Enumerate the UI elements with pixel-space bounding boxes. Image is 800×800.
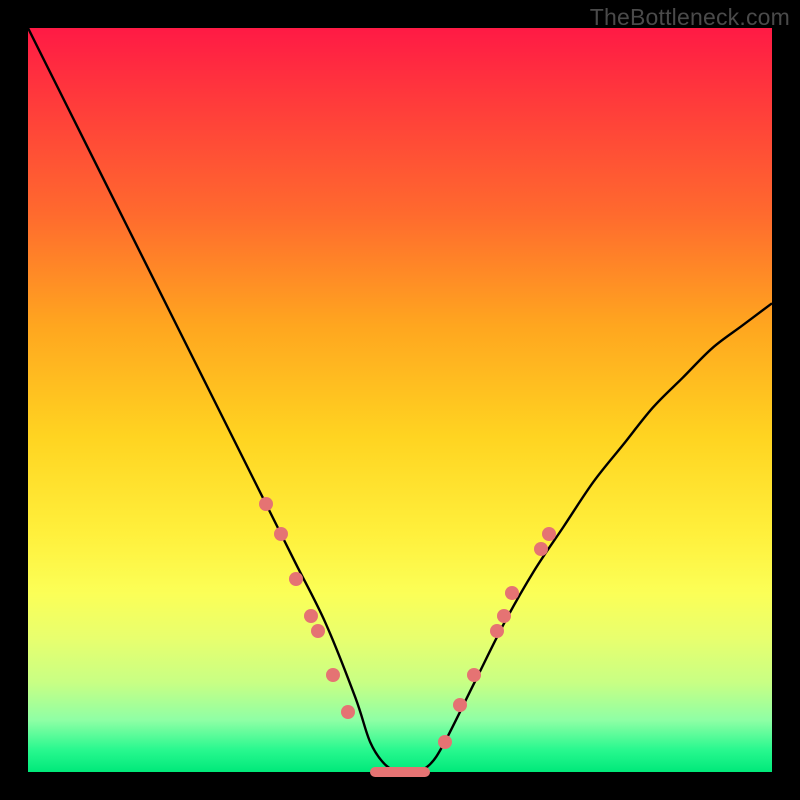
curve-marker-right xyxy=(534,542,548,556)
curve-marker-left xyxy=(259,497,273,511)
curve-marker-right xyxy=(542,527,556,541)
curve-marker-right xyxy=(490,624,504,638)
curve-marker-right xyxy=(453,698,467,712)
curve-marker-left xyxy=(304,609,318,623)
curve-marker-left xyxy=(311,624,325,638)
optimal-range-bar xyxy=(370,767,430,777)
curve-marker-left xyxy=(341,705,355,719)
curve-marker-left xyxy=(274,527,288,541)
curve-marker-left xyxy=(326,668,340,682)
curve-marker-right xyxy=(467,668,481,682)
plot-area xyxy=(28,28,772,772)
chart-frame: TheBottleneck.com xyxy=(0,0,800,800)
curve-marker-right xyxy=(438,735,452,749)
watermark-text: TheBottleneck.com xyxy=(590,4,790,31)
curve-marker-right xyxy=(505,586,519,600)
curve-marker-left xyxy=(289,572,303,586)
bottleneck-curve xyxy=(28,28,772,772)
curve-marker-right xyxy=(497,609,511,623)
